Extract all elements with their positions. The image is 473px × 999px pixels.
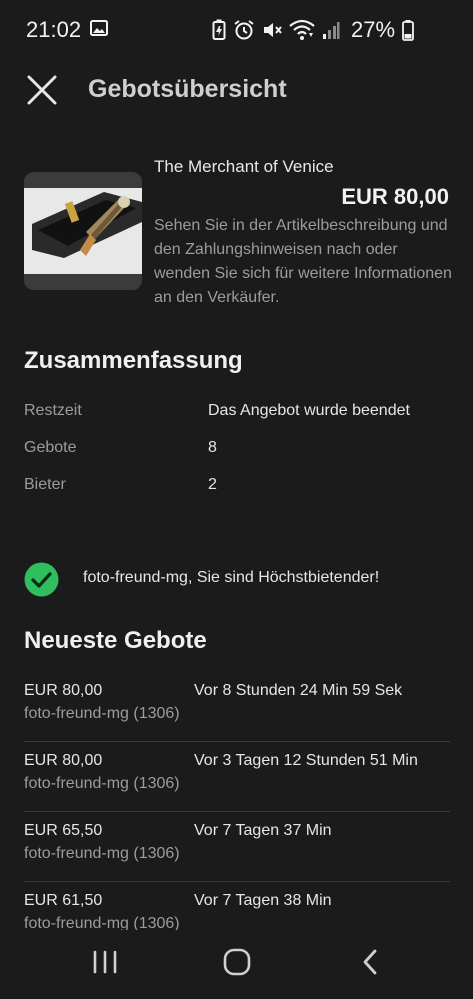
signal-icon	[323, 22, 340, 39]
bid-bidder: foto-freund-mg (1306)	[24, 845, 180, 862]
home-icon[interactable]	[217, 946, 257, 978]
recents-icon[interactable]	[85, 946, 125, 978]
battery-saver-icon	[212, 19, 226, 40]
recent-bids-heading: Neueste Gebote	[24, 627, 207, 654]
bid-row[interactable]: EUR 80,00 Vor 8 Stunden 24 Min 59 Sek fo…	[24, 672, 450, 742]
status-icons: 27%	[212, 17, 414, 43]
highest-bidder-message: foto-freund-mg, Sie sind Höchstbietender…	[83, 569, 380, 586]
bid-bidder: foto-freund-mg (1306)	[24, 775, 180, 792]
battery-percent: 27%	[351, 17, 396, 42]
status-time: 21:02	[26, 17, 82, 42]
summary-value-bids: 8	[208, 439, 217, 456]
item-image[interactable]	[24, 172, 142, 290]
bid-amount: EUR 61,50	[24, 892, 103, 909]
summary-label-remaining: Restzeit	[24, 402, 82, 419]
bid-time: Vor 8 Stunden 24 Min 59 Sek	[194, 682, 403, 699]
screen: 21:02 27% Gebotsübersicht The Merchant o…	[0, 0, 473, 999]
bid-time: Vor 7 Tagen 37 Min	[194, 822, 332, 839]
gallery-icon	[90, 20, 108, 36]
item-payment-note: Sehen Sie in der Artikelbeschreibung und…	[154, 217, 452, 306]
item-price: EUR 80,00	[341, 184, 449, 209]
recent-bids-list[interactable]: EUR 80,00 Vor 8 Stunden 24 Min 59 Sek fo…	[24, 672, 450, 930]
item-photo	[24, 172, 142, 290]
item-title[interactable]: The Merchant of Venice	[154, 157, 334, 177]
summary-label-bids: Gebote	[24, 439, 77, 456]
summary-label-bidders: Bieter	[24, 476, 66, 493]
summary-heading: Zusammenfassung	[24, 347, 243, 374]
page-title: Gebotsübersicht	[88, 75, 287, 103]
bid-time: Vor 7 Tagen 38 Min	[194, 892, 332, 909]
summary-value-bidders: 2	[208, 476, 217, 493]
status-bar: 21:02 27%	[0, 0, 473, 60]
wifi-icon	[289, 19, 315, 40]
bid-row[interactable]: EUR 65,50 Vor 7 Tagen 37 Min foto-freund…	[24, 812, 450, 882]
bid-amount: EUR 65,50	[24, 822, 103, 839]
navigation-bar	[0, 930, 473, 999]
close-icon[interactable]	[24, 72, 60, 108]
bid-row[interactable]: EUR 61,50 Vor 7 Tagen 38 Min foto-freund…	[24, 882, 450, 930]
bid-time: Vor 3 Tagen 12 Stunden 51 Min	[194, 752, 418, 769]
check-circle-icon	[24, 562, 59, 597]
bid-row[interactable]: EUR 80,00 Vor 3 Tagen 12 Stunden 51 Min …	[24, 742, 450, 812]
bid-bidder: foto-freund-mg (1306)	[24, 915, 180, 930]
mute-icon	[264, 23, 282, 37]
bid-amount: EUR 80,00	[24, 752, 103, 769]
alarm-icon	[234, 20, 254, 40]
bid-amount: EUR 80,00	[24, 682, 103, 699]
bid-bidder: foto-freund-mg (1306)	[24, 705, 180, 722]
back-icon[interactable]	[350, 946, 390, 978]
summary-value-remaining: Das Angebot wurde beendet	[208, 402, 410, 419]
battery-icon	[402, 20, 414, 41]
